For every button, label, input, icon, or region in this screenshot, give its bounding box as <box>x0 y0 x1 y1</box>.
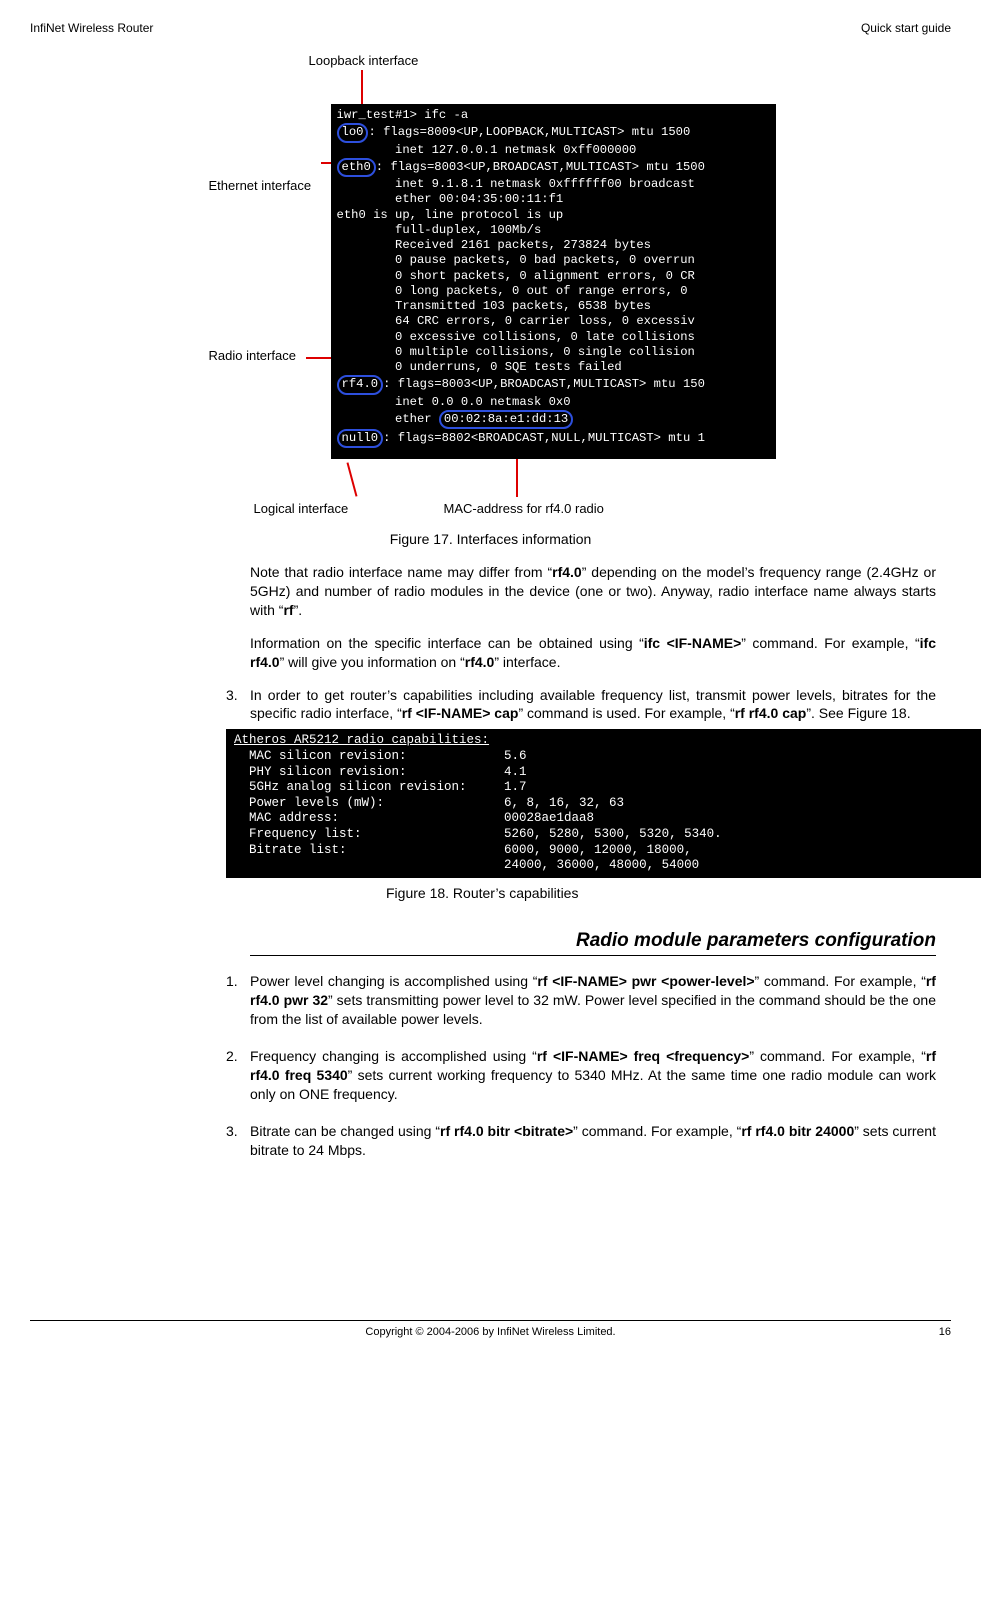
callout-ethernet: Ethernet interface <box>206 177 315 195</box>
footer-copyright: Copyright © 2004-2006 by InfiNet Wireles… <box>70 1325 911 1340</box>
page-footer: Copyright © 2004-2006 by InfiNet Wireles… <box>30 1320 951 1340</box>
terminal-ifc-output: iwr_test#1> ifc -a lo0: flags=8009<UP,LO… <box>331 104 776 459</box>
list-block: 3. In order to get router’s capabilities… <box>226 686 936 724</box>
header-left: InfiNet Wireless Router <box>30 20 153 36</box>
figure-17: Loopback interface Ethernet interface Ra… <box>206 52 776 522</box>
callout-loopback: Loopback interface <box>306 52 422 70</box>
paragraph-ifc-cmd: Information on the specific interface ca… <box>250 634 936 672</box>
callout-line <box>346 463 357 497</box>
config-item-1: 1. Power level changing is accomplished … <box>226 972 936 1041</box>
header-right: Quick start guide <box>861 20 951 36</box>
figure-18-caption: Figure 18. Router’s capabilities <box>386 884 951 903</box>
callout-logical: Logical interface <box>251 500 352 518</box>
config-item-2: 2. Frequency changing is accomplished us… <box>226 1047 936 1116</box>
body-content: Note that radio interface name may diffe… <box>250 563 936 671</box>
page-header: InfiNet Wireless Router Quick start guid… <box>30 20 951 36</box>
callout-mac: MAC-address for rf4.0 radio <box>441 500 607 518</box>
terminal-rf-cap: Atheros AR5212 radio capabilities: MAC s… <box>226 729 981 878</box>
section-title-radio-config: Radio module parameters configuration <box>250 928 936 957</box>
footer-page-number: 16 <box>911 1325 951 1340</box>
list-item-3: 3. In order to get router’s capabilities… <box>226 686 936 724</box>
config-item-3: 3. Bitrate can be changed using “rf rf4.… <box>226 1122 936 1160</box>
paragraph-note-rf40: Note that radio interface name may diffe… <box>250 563 936 620</box>
figure-17-caption: Figure 17. Interfaces information <box>30 530 951 549</box>
callout-radio: Radio interface <box>206 347 299 365</box>
section-content: 1. Power level changing is accomplished … <box>226 972 936 1159</box>
